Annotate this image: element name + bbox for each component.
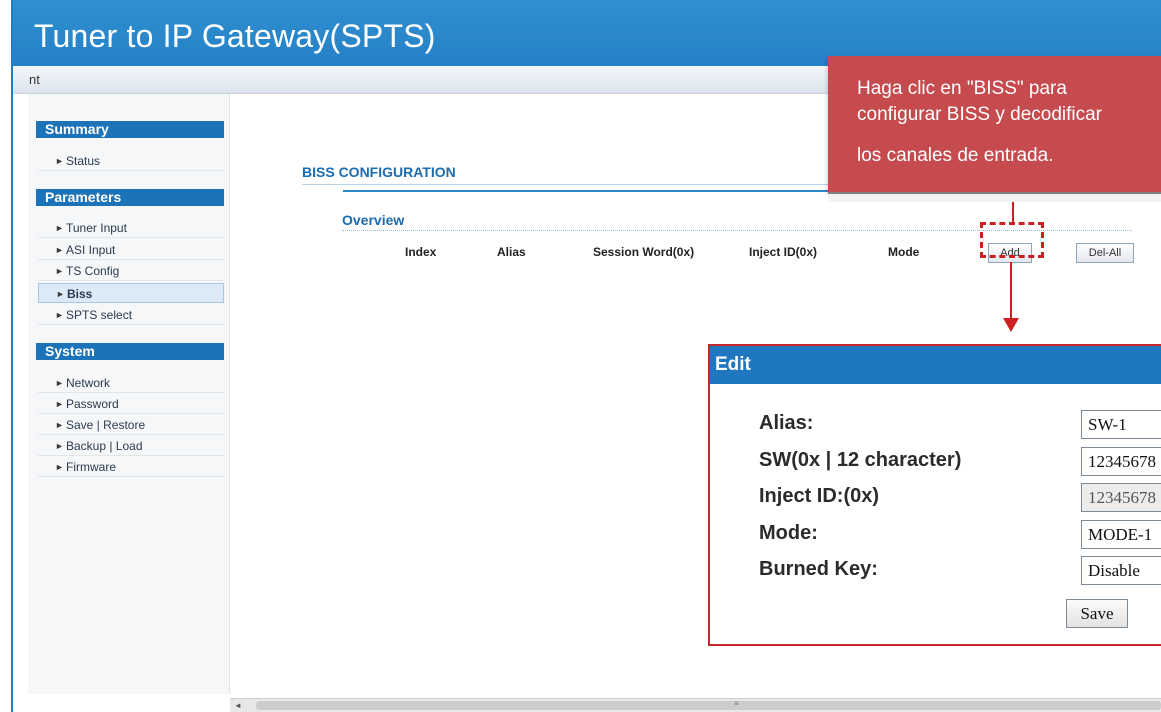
- sidebar: Summary ► Status Parameters ► Tuner Inpu…: [28, 94, 230, 694]
- sidebar-item-label: Status: [66, 154, 101, 168]
- inject-id-input[interactable]: 12345678: [1081, 483, 1161, 512]
- sidebar-item-label: Tuner Input: [66, 221, 127, 235]
- add-button-highlight: [980, 222, 1044, 258]
- del-all-button[interactable]: Del-All: [1076, 243, 1134, 263]
- sidebar-section-system: System: [36, 343, 224, 360]
- scrollbar-thumb[interactable]: ≡: [256, 699, 1161, 710]
- overview-heading: Overview: [342, 212, 405, 228]
- sidebar-item-label: Password: [66, 397, 119, 411]
- callout-connector-line: [1012, 202, 1014, 222]
- edit-dialog-title: Edit: [710, 346, 1161, 384]
- edit-dialog: Edit Alias: SW-1 SW(0x | 12 character) 1…: [708, 344, 1161, 646]
- arrow-down-icon: [1003, 318, 1019, 332]
- callout-bottom-strip: [828, 192, 1161, 202]
- inject-id-label: Inject ID:(0x): [759, 485, 880, 507]
- arrow-right-icon: ►: [55, 245, 64, 255]
- burned-key-select[interactable]: Disable: [1081, 556, 1161, 585]
- sidebar-item-label: Biss: [67, 287, 93, 301]
- sidebar-item-label: SPTS select: [66, 308, 133, 322]
- sidebar-section-parameters: Parameters: [36, 189, 224, 206]
- sidebar-item-label: Backup | Load: [66, 439, 143, 453]
- sidebar-item-save-restore[interactable]: ► Save | Restore: [38, 415, 224, 435]
- column-header-alias: Alias: [497, 245, 526, 259]
- arrow-right-icon: ►: [55, 399, 64, 409]
- callout-line-3: los canales de entrada.: [857, 145, 1054, 166]
- arrow-right-icon: ►: [55, 223, 64, 233]
- overview-divider: [343, 190, 843, 192]
- alias-input[interactable]: SW-1: [1081, 410, 1161, 439]
- arrow-line: [1010, 262, 1012, 320]
- arrow-right-icon: ►: [55, 441, 64, 451]
- column-header-session-word: Session Word(0x): [593, 245, 695, 259]
- app-title: Tuner to IP Gateway(SPTS): [34, 18, 436, 54]
- grip-icon: ≡: [734, 699, 739, 708]
- sidebar-item-label: Network: [66, 376, 111, 390]
- window-left-edge: [0, 0, 10, 712]
- sidebar-item-status[interactable]: ► Status: [38, 151, 224, 171]
- callout-line-1: Haga clic en "BISS" para: [857, 78, 1067, 99]
- title-divider: [302, 184, 842, 185]
- sidebar-item-tuner-input[interactable]: ► Tuner Input: [38, 218, 224, 238]
- column-header-index: Index: [405, 245, 437, 259]
- arrow-right-icon: ►: [55, 156, 64, 166]
- sidebar-section-summary: Summary: [36, 121, 224, 138]
- sidebar-item-label: Save | Restore: [66, 418, 146, 432]
- horizontal-scrollbar[interactable]: ◄ ≡: [230, 698, 1161, 712]
- column-header-inject-id: Inject ID(0x): [749, 245, 818, 259]
- mode-label: Mode:: [759, 522, 818, 544]
- sidebar-item-ts-config[interactable]: ► TS Config: [38, 261, 224, 281]
- burned-key-label: Burned Key:: [759, 558, 878, 580]
- app-window: Tuner to IP Gateway(SPTS) nt Summary ► S…: [0, 0, 1161, 712]
- menu-bar-text: nt: [29, 72, 40, 87]
- session-word-input[interactable]: 12345678: [1081, 447, 1161, 476]
- callout-line-2: configurar BISS y decodificar: [857, 104, 1103, 125]
- window-left-border: [11, 0, 13, 712]
- sidebar-item-asi-input[interactable]: ► ASI Input: [38, 240, 224, 260]
- page-title: BISS CONFIGURATION: [302, 164, 456, 180]
- arrow-right-icon: ►: [55, 420, 64, 430]
- mode-select[interactable]: MODE-1: [1081, 520, 1161, 549]
- arrow-right-icon: ►: [55, 378, 64, 388]
- sidebar-item-network[interactable]: ► Network: [38, 373, 224, 393]
- sidebar-item-backup-load[interactable]: ► Backup | Load: [38, 436, 224, 456]
- sidebar-item-label: Firmware: [66, 460, 116, 474]
- sidebar-item-label: TS Config: [66, 264, 120, 278]
- sidebar-item-firmware[interactable]: ► Firmware: [38, 457, 224, 477]
- sidebar-item-biss[interactable]: ► Biss: [38, 283, 224, 303]
- arrow-right-icon: ►: [55, 462, 64, 472]
- column-header-mode: Mode: [888, 245, 920, 259]
- sidebar-item-spts-select[interactable]: ► SPTS select: [38, 305, 224, 325]
- arrow-right-icon: ►: [55, 310, 64, 320]
- save-button[interactable]: Save: [1066, 599, 1128, 628]
- alias-label: Alias:: [759, 412, 814, 434]
- instruction-callout: Haga clic en "BISS" para configurar BISS…: [828, 56, 1161, 192]
- session-word-label: SW(0x | 12 character): [759, 449, 962, 471]
- sidebar-item-password[interactable]: ► Password: [38, 394, 224, 414]
- scroll-left-icon[interactable]: ◄: [234, 701, 242, 710]
- arrow-right-icon: ►: [55, 266, 64, 276]
- arrow-right-icon: ►: [56, 289, 65, 299]
- sidebar-item-label: ASI Input: [66, 243, 116, 257]
